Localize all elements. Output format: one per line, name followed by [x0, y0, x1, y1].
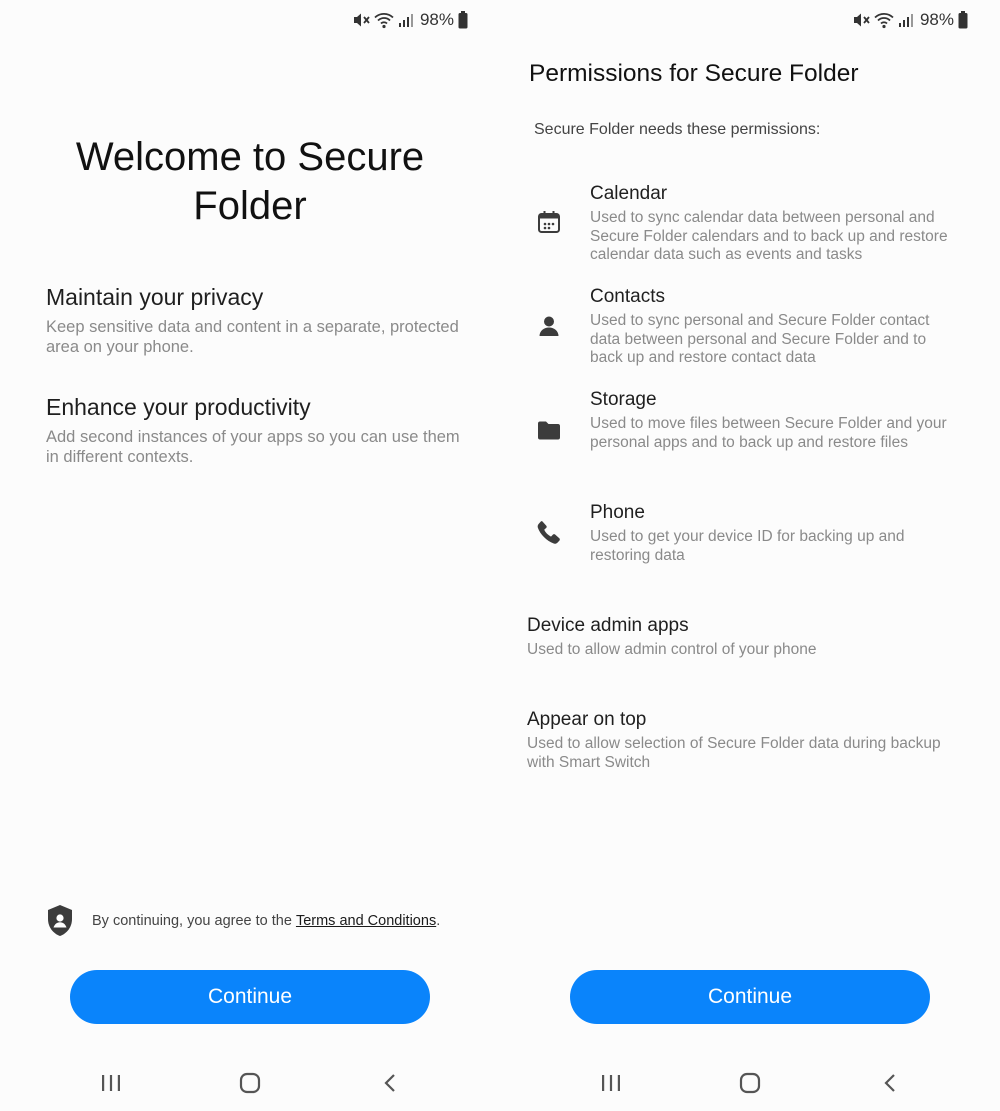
page-title: Permissions for Secure Folder — [529, 60, 859, 87]
folder-icon — [536, 417, 562, 443]
permission-description: Used to move files between Secure Folder… — [590, 415, 947, 451]
terms-suffix: . — [436, 913, 441, 929]
status-bar: 98% — [352, 9, 468, 31]
permission-name: Calendar — [590, 183, 668, 204]
feature-description: Keep sensitive data and content in a sep… — [46, 318, 459, 356]
phone-icon — [536, 519, 562, 545]
feature-title: Maintain your privacy — [46, 284, 264, 310]
recent-apps-icon[interactable] — [91, 1068, 131, 1098]
permission-description: Used to get your device ID for backing u… — [590, 528, 905, 564]
person-icon — [536, 313, 562, 339]
continue-button[interactable]: Continue — [570, 970, 930, 1024]
signal-icon — [898, 12, 914, 28]
terms-prefix: By continuing, you agree to the — [92, 913, 296, 929]
home-icon[interactable] — [730, 1068, 770, 1098]
permission-name: Contacts — [590, 286, 665, 307]
feature-title: Enhance your productivity — [46, 394, 311, 420]
navigation-bar — [0, 1068, 500, 1098]
permission-name: Appear on top — [527, 709, 647, 730]
permission-device-admin-apps: Device admin apps Used to allow admin co… — [527, 615, 957, 660]
permission-description: Used to allow selection of Secure Folder… — [527, 735, 941, 771]
permission-description: Used to sync calendar data between perso… — [590, 209, 948, 263]
battery-percentage: 98% — [919, 10, 954, 29]
feature-privacy: Maintain your privacy Keep sensitive dat… — [46, 284, 466, 357]
permission-name: Device admin apps — [527, 615, 689, 636]
shield-icon — [46, 904, 74, 938]
mute-icon — [852, 11, 870, 29]
navigation-bar — [500, 1068, 1000, 1098]
terms-text: By continuing, you agree to the Terms an… — [92, 913, 440, 929]
permissions-screen: 98% Permissions for Secure Folder Secure… — [500, 0, 1000, 1111]
permission-text: Calendar Used to sync calendar data betw… — [590, 183, 950, 265]
feature-description: Add second instances of your apps so you… — [46, 428, 460, 466]
home-icon[interactable] — [230, 1068, 270, 1098]
page-subtitle: Secure Folder needs these permissions: — [534, 121, 821, 138]
permission-appear-on-top: Appear on top Used to allow selection of… — [527, 709, 957, 772]
recent-apps-icon[interactable] — [591, 1068, 631, 1098]
wifi-icon — [874, 11, 894, 29]
wifi-icon — [374, 11, 394, 29]
permission-name: Phone — [590, 502, 645, 523]
calendar-icon — [536, 209, 562, 235]
permission-name: Storage — [590, 389, 657, 410]
signal-icon — [398, 12, 414, 28]
continue-button[interactable]: Continue — [70, 970, 430, 1024]
permission-text: Phone Used to get your device ID for bac… — [590, 502, 950, 565]
feature-productivity: Enhance your productivity Add second ins… — [46, 394, 466, 467]
welcome-screen: 98% Welcome to Secure Folder Maintain yo… — [0, 0, 500, 1111]
terms-and-conditions-link[interactable]: Terms and Conditions — [296, 913, 436, 929]
battery-percentage: 98% — [419, 10, 454, 29]
permission-description: Used to allow admin control of your phon… — [527, 641, 817, 658]
back-icon[interactable] — [370, 1068, 410, 1098]
battery-icon — [458, 11, 468, 29]
permission-description: Used to sync personal and Secure Folder … — [590, 312, 930, 366]
permission-text: Contacts Used to sync personal and Secur… — [590, 286, 950, 368]
page-title: Welcome to Secure Folder — [75, 135, 425, 228]
terms-notice: By continuing, you agree to the Terms an… — [46, 904, 466, 938]
mute-icon — [352, 11, 370, 29]
permission-text: Storage Used to move files between Secur… — [590, 389, 950, 452]
battery-icon — [958, 11, 968, 29]
back-icon[interactable] — [870, 1068, 910, 1098]
status-bar: 98% — [852, 9, 968, 31]
